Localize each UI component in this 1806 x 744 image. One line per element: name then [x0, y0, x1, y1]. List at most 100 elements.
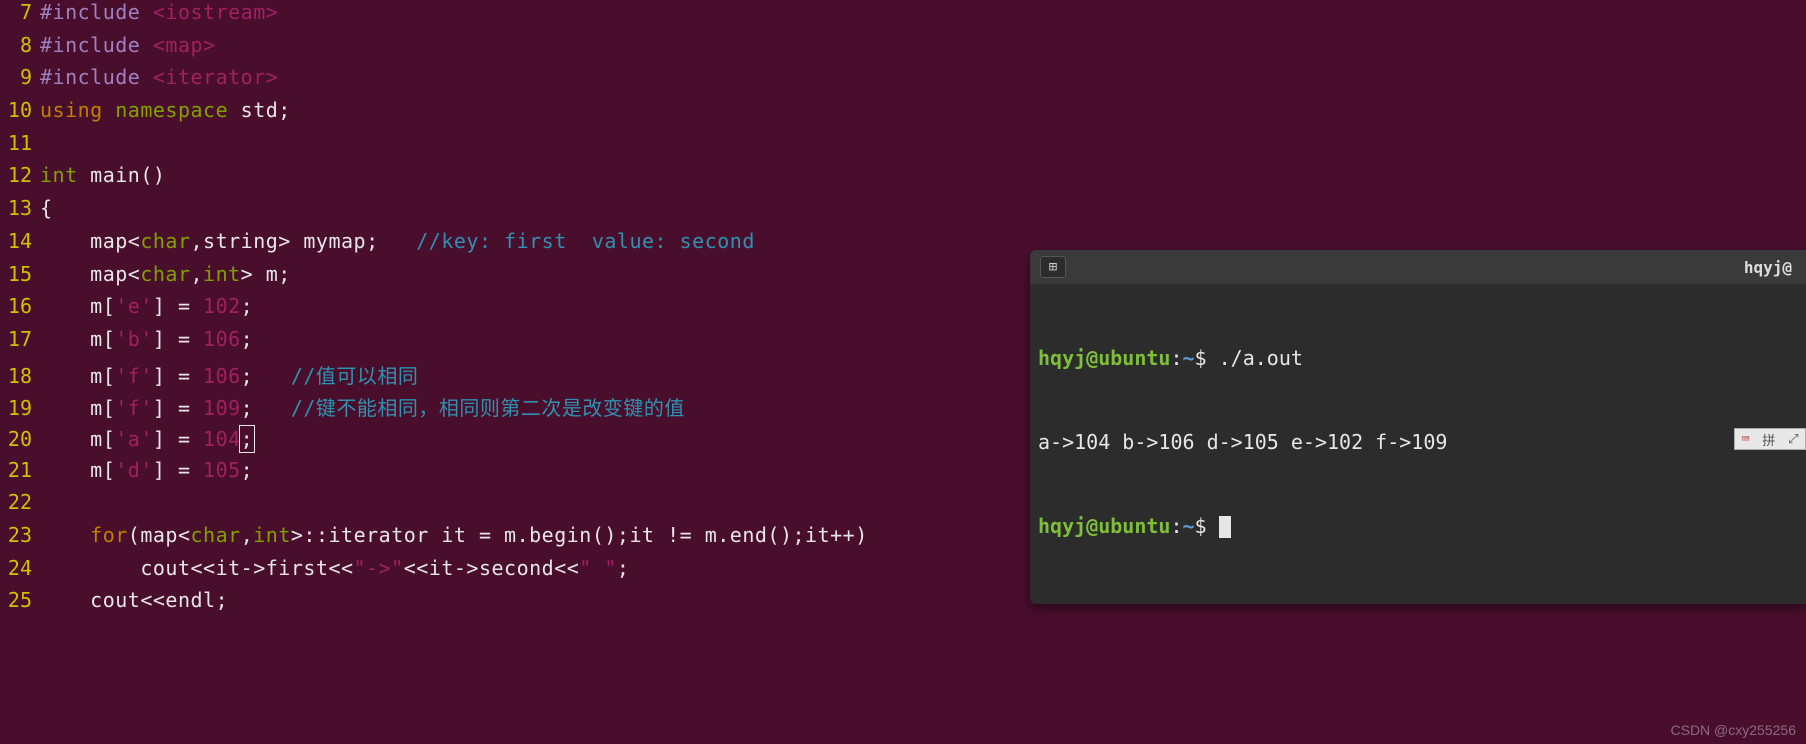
code-content[interactable]: m['e'] = 102;	[34, 294, 253, 318]
token-normal: >::iterator it = m.begin();it != m.end()…	[291, 523, 868, 547]
prompt-sep: :	[1170, 514, 1182, 538]
code-content[interactable]: using namespace std;	[34, 98, 291, 122]
token-normal	[40, 523, 90, 547]
prompt-user: hqyj@ubuntu	[1038, 514, 1170, 538]
token-normal: ;	[241, 364, 291, 388]
code-content[interactable]: map<char,int> m;	[34, 262, 291, 286]
line-number: 21	[0, 458, 34, 482]
code-content[interactable]: {	[34, 196, 53, 220]
token-normal: ,	[241, 523, 254, 547]
token-normal: cout<<it->first<<	[40, 556, 354, 580]
prompt-path: ~	[1183, 514, 1195, 538]
token-normal: ] =	[153, 327, 203, 351]
token-normal: ;	[241, 396, 291, 420]
token-normal: cout<<endl;	[40, 588, 228, 612]
token-type: int	[203, 262, 241, 286]
token-comment: //key: first value: second	[416, 229, 755, 253]
line-number: 9	[0, 65, 34, 89]
ime-icon: ⌨	[1741, 432, 1749, 447]
terminal-new-tab-button[interactable]: ⊞	[1040, 256, 1066, 278]
token-normal: map<	[40, 229, 140, 253]
code-content[interactable]: #include <iterator>	[34, 65, 278, 89]
line-number: 17	[0, 327, 34, 351]
token-string: 'b'	[115, 327, 153, 351]
code-content[interactable]: m['d'] = 105;	[34, 458, 253, 482]
token-normal: m[	[40, 294, 115, 318]
line-number: 19	[0, 396, 34, 420]
token-type: char	[140, 229, 190, 253]
line-number: 20	[0, 427, 34, 451]
token-normal: ] =	[153, 364, 203, 388]
line-number: 7	[0, 0, 34, 24]
token-normal: ,string> mymap;	[191, 229, 417, 253]
token-string: " "	[579, 556, 617, 580]
token-normal: ] =	[153, 427, 203, 451]
token-preproc: #include	[40, 65, 153, 89]
token-normal: std;	[228, 98, 291, 122]
token-comment: //键不能相同，相同则第二次是改变键的值	[291, 396, 685, 420]
line-number: 8	[0, 33, 34, 57]
token-number: 102	[203, 294, 241, 318]
prompt-path: ~	[1183, 346, 1195, 370]
code-content[interactable]: m['b'] = 106;	[34, 327, 253, 351]
token-normal: (map<	[128, 523, 191, 547]
token-normal: ] =	[153, 396, 203, 420]
line-number: 12	[0, 163, 34, 187]
code-line[interactable]: 10using namespace std;	[0, 98, 1806, 131]
terminal-line: hqyj@ubuntu:~$ ./a.out	[1038, 344, 1798, 372]
code-content[interactable]: cout<<endl;	[34, 588, 228, 612]
ime-indicator[interactable]: ⌨ 拼 ⤢	[1734, 428, 1806, 450]
code-content[interactable]: int main()	[34, 163, 165, 187]
terminal-output: a->104 b->106 d->105 e->102 f->109	[1038, 428, 1798, 456]
line-number: 24	[0, 556, 34, 580]
line-number: 10	[0, 98, 34, 122]
code-line[interactable]: 8#include <map>	[0, 33, 1806, 66]
line-number: 14	[0, 229, 34, 253]
token-normal: ;	[617, 556, 630, 580]
token-normal: m[	[40, 427, 115, 451]
code-line[interactable]: 12int main()	[0, 163, 1806, 196]
token-normal: map<	[40, 262, 140, 286]
code-line[interactable]: 13{	[0, 196, 1806, 229]
terminal-cursor	[1219, 516, 1231, 538]
token-normal: ] =	[153, 458, 203, 482]
token-normal: ] =	[153, 294, 203, 318]
terminal-header[interactable]: ⊞ hqyj@	[1030, 250, 1806, 284]
line-number: 23	[0, 523, 34, 547]
code-content[interactable]: cout<<it->first<<"->"<<it->second<<" ";	[34, 556, 629, 580]
line-number: 22	[0, 490, 34, 514]
token-normal: ;	[241, 458, 254, 482]
terminal-window[interactable]: ⊞ hqyj@ hqyj@ubuntu:~$ ./a.out a->104 b-…	[1030, 250, 1806, 604]
code-content[interactable]: m['f'] = 106; //值可以相同	[34, 360, 418, 389]
code-content[interactable]: #include <iostream>	[34, 0, 278, 24]
code-line[interactable]: 11	[0, 131, 1806, 164]
code-line[interactable]: 7#include <iostream>	[0, 0, 1806, 33]
token-string: "->"	[354, 556, 404, 580]
token-number: 104	[203, 427, 241, 451]
code-content[interactable]: m['f'] = 109; //键不能相同，相同则第二次是改变键的值	[34, 392, 685, 421]
token-preproc: #include	[40, 33, 153, 57]
terminal-body[interactable]: hqyj@ubuntu:~$ ./a.out a->104 b->106 d->…	[1030, 284, 1806, 604]
terminal-line: hqyj@ubuntu:~$	[1038, 512, 1798, 540]
token-type: namespace	[115, 98, 228, 122]
token-type: char	[140, 262, 190, 286]
token-angle: <iostream>	[153, 0, 278, 24]
token-cursorbox: ;	[239, 425, 256, 453]
token-string: 'd'	[115, 458, 153, 482]
token-number: 106	[203, 327, 241, 351]
code-content[interactable]: map<char,string> mymap; //key: first val…	[34, 229, 755, 253]
token-normal: {	[40, 196, 53, 220]
token-number: 106	[203, 364, 241, 388]
line-number: 25	[0, 588, 34, 612]
token-keyword: for	[90, 523, 128, 547]
code-line[interactable]: 9#include <iterator>	[0, 65, 1806, 98]
prompt-user: hqyj@ubuntu	[1038, 346, 1170, 370]
line-number: 18	[0, 364, 34, 388]
code-content[interactable]: for(map<char,int>::iterator it = m.begin…	[34, 523, 868, 547]
token-normal: main()	[78, 163, 166, 187]
code-content[interactable]: m['a'] = 104;	[34, 425, 255, 453]
token-string: 'f'	[115, 396, 153, 420]
code-content[interactable]: #include <map>	[34, 33, 216, 57]
line-number: 13	[0, 196, 34, 220]
ime-mode-icon: 拼	[1762, 430, 1775, 449]
